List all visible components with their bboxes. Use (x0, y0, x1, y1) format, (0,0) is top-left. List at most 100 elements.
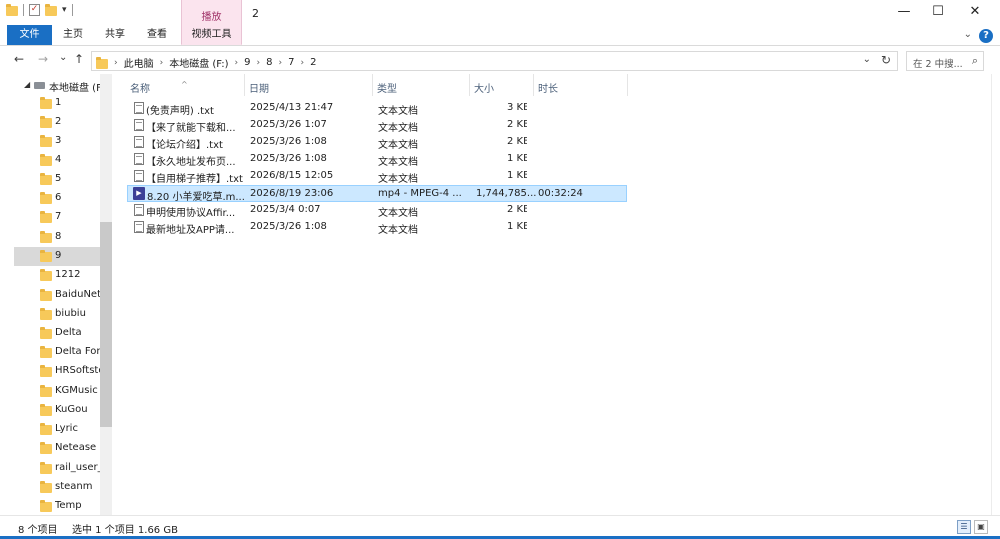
sidebar-item-folder[interactable]: rail_user_d (14, 459, 100, 478)
breadcrumb-separator-icon[interactable]: › (301, 58, 305, 68)
folder-icon[interactable] (6, 4, 18, 16)
breadcrumb-this-pc[interactable]: 此电脑 (124, 55, 154, 70)
sidebar-item-folder[interactable]: Temp (14, 497, 100, 515)
new-folder-icon[interactable] (45, 4, 57, 16)
sidebar-item-folder[interactable]: 2 (14, 113, 100, 132)
file-type: 文本文档 (378, 174, 418, 185)
refresh-icon[interactable]: ↻ (881, 53, 891, 67)
tab-home[interactable]: 主页 (54, 25, 92, 45)
column-divider[interactable] (244, 74, 245, 96)
tab-share[interactable]: 共享 (96, 25, 134, 45)
properties-icon[interactable]: ✓ (29, 4, 40, 16)
sidebar-item-folder[interactable]: Lyric (14, 420, 100, 439)
sidebar-item-folder[interactable]: 3 (14, 132, 100, 151)
sidebar-scrollbar-thumb[interactable] (100, 222, 112, 427)
file-row[interactable]: 申明使用协议Affir... 2025/3/4 0:07 文本文档 2 KB (127, 202, 627, 219)
breadcrumb-separator-icon[interactable]: › (279, 58, 283, 68)
up-button[interactable]: ↑ (74, 52, 84, 66)
file-row-selected[interactable]: ▶ 8.20 小羊爱吃草.m... 2026/8/19 23:06 mp4 - … (127, 185, 627, 203)
breadcrumb-folder[interactable]: 9 (244, 57, 250, 68)
expand-ribbon-icon[interactable]: ⌄ (964, 29, 972, 40)
sidebar-item-folder[interactable]: Netease (14, 439, 100, 458)
tab-file[interactable]: 文件 (7, 25, 52, 45)
tab-video-tools[interactable]: 视频工具 (181, 25, 242, 45)
sidebar-item-folder[interactable]: 7 (14, 208, 100, 227)
folder-icon (40, 116, 52, 128)
back-button[interactable]: ← (14, 52, 24, 66)
file-row[interactable]: 【来了就能下载和... 2025/3/26 1:07 文本文档 2 KB (127, 117, 627, 134)
column-divider[interactable] (627, 74, 628, 96)
column-header-duration[interactable]: 时长 (538, 80, 558, 95)
sidebar-item-label: 1 (55, 97, 62, 108)
column-header-name[interactable]: 名称 (130, 80, 150, 95)
file-name: 8.20 小羊爱吃草.m... (147, 192, 245, 203)
breadcrumb-folder[interactable]: 7 (288, 57, 294, 68)
column-divider[interactable] (469, 74, 470, 96)
folder-icon (40, 231, 52, 243)
sidebar-item-folder[interactable]: steanm (14, 478, 100, 497)
breadcrumb-folder[interactable]: 2 (310, 57, 316, 68)
tab-view[interactable]: 查看 (138, 25, 176, 45)
sidebar-item-folder[interactable]: KuGou (14, 401, 100, 420)
breadcrumb-separator-icon[interactable]: › (257, 58, 261, 68)
sidebar-item-folder[interactable]: Delta (14, 324, 100, 343)
address-dropdown-icon[interactable]: ⌄ (863, 54, 871, 65)
sidebar-item-folder[interactable]: 1 (14, 94, 100, 113)
sidebar-item-folder[interactable]: Delta Forc (14, 343, 100, 362)
details-view-button[interactable]: ☰ (957, 520, 971, 534)
sidebar-item-label: Temp (55, 500, 82, 511)
file-row[interactable]: (免责声明) .txt 2025/4/13 21:47 文本文档 3 KB (127, 100, 627, 117)
sidebar-item-folder[interactable]: 8 (14, 228, 100, 247)
breadcrumb-drive[interactable]: 本地磁盘 (F:) (169, 55, 228, 70)
navigation-bar: ← → ⌄ ↑ › 此电脑 › 本地磁盘 (F:) › 9 › 8 › 7 › … (0, 47, 1000, 73)
customize-qat-icon[interactable]: ▾ (62, 5, 67, 15)
sidebar-item-folder[interactable]: BaiduNet (14, 286, 100, 305)
sidebar-item-drive[interactable]: ◢ 本地磁盘 (F:) (14, 76, 101, 95)
search-box[interactable]: 在 2 中搜... ⌕ (906, 51, 984, 71)
sidebar-item-folder[interactable]: 1212 (14, 266, 100, 285)
minimize-button[interactable]: — (887, 2, 921, 22)
sidebar-item-label: 3 (55, 135, 62, 146)
file-name: 【来了就能下载和... (146, 123, 236, 134)
folder-icon (40, 250, 52, 262)
text-doc-icon (134, 170, 144, 182)
sidebar-item-folder[interactable]: KGMusic (14, 382, 100, 401)
item-count: 8 个项目 (18, 525, 58, 536)
sidebar-item-label: 5 (55, 173, 62, 184)
column-divider[interactable] (372, 74, 373, 96)
sidebar-item-label: rail_user_d (55, 462, 100, 473)
column-header-type[interactable]: 类型 (377, 80, 397, 95)
help-button[interactable]: ? (979, 29, 993, 43)
folder-icon (96, 56, 108, 69)
breadcrumb-separator-icon[interactable]: › (114, 58, 118, 68)
breadcrumb-folder[interactable]: 8 (266, 57, 272, 68)
ribbon-tabs: 文件 主页 共享 查看 视频工具 ⌄ ? (0, 25, 1000, 46)
sidebar-item-folder[interactable]: biubiu (14, 305, 100, 324)
close-button[interactable]: ✕ (958, 2, 992, 22)
address-bar[interactable]: › 此电脑 › 本地磁盘 (F:) › 9 › 8 › 7 › 2 ⌄ ↻ (91, 51, 898, 71)
breadcrumb-separator-icon[interactable]: › (235, 58, 239, 68)
sidebar-item-folder[interactable]: 6 (14, 189, 100, 208)
sidebar-item-label: 7 (55, 211, 62, 222)
column-header-size[interactable]: 大小 (474, 80, 494, 95)
column-divider[interactable] (533, 74, 534, 96)
file-row[interactable]: 【论坛介绍】.txt 2025/3/26 1:08 文本文档 2 KB (127, 134, 627, 151)
large-icons-view-button[interactable]: ▣ (974, 520, 988, 534)
recent-locations-button[interactable]: ⌄ (59, 52, 67, 63)
file-row[interactable]: 【永久地址发布页... 2025/3/26 1:08 文本文档 1 KB (127, 151, 627, 168)
maximize-button[interactable]: ☐ (921, 2, 955, 22)
search-icon[interactable]: ⌕ (972, 54, 978, 68)
file-type: 文本文档 (378, 123, 418, 134)
sidebar-item-selected[interactable]: 9 (14, 247, 100, 266)
forward-button[interactable]: → (38, 52, 48, 66)
sidebar-item-folder[interactable]: HRSoftsto (14, 362, 100, 381)
file-type: 文本文档 (378, 106, 418, 117)
breadcrumb-separator-icon[interactable]: › (160, 58, 164, 68)
sidebar-item-folder[interactable]: 4 (14, 151, 100, 170)
file-row[interactable]: 【自用梯子推荐】.txt 2026/8/15 12:05 文本文档 1 KB (127, 168, 627, 185)
collapse-icon[interactable]: ◢ (24, 80, 30, 89)
sidebar-item-label: Lyric (55, 423, 78, 434)
column-header-date[interactable]: 日期 (249, 80, 269, 95)
file-row[interactable]: 最新地址及APP请... 2025/3/26 1:08 文本文档 1 KB (127, 219, 627, 236)
sidebar-item-folder[interactable]: 5 (14, 170, 100, 189)
